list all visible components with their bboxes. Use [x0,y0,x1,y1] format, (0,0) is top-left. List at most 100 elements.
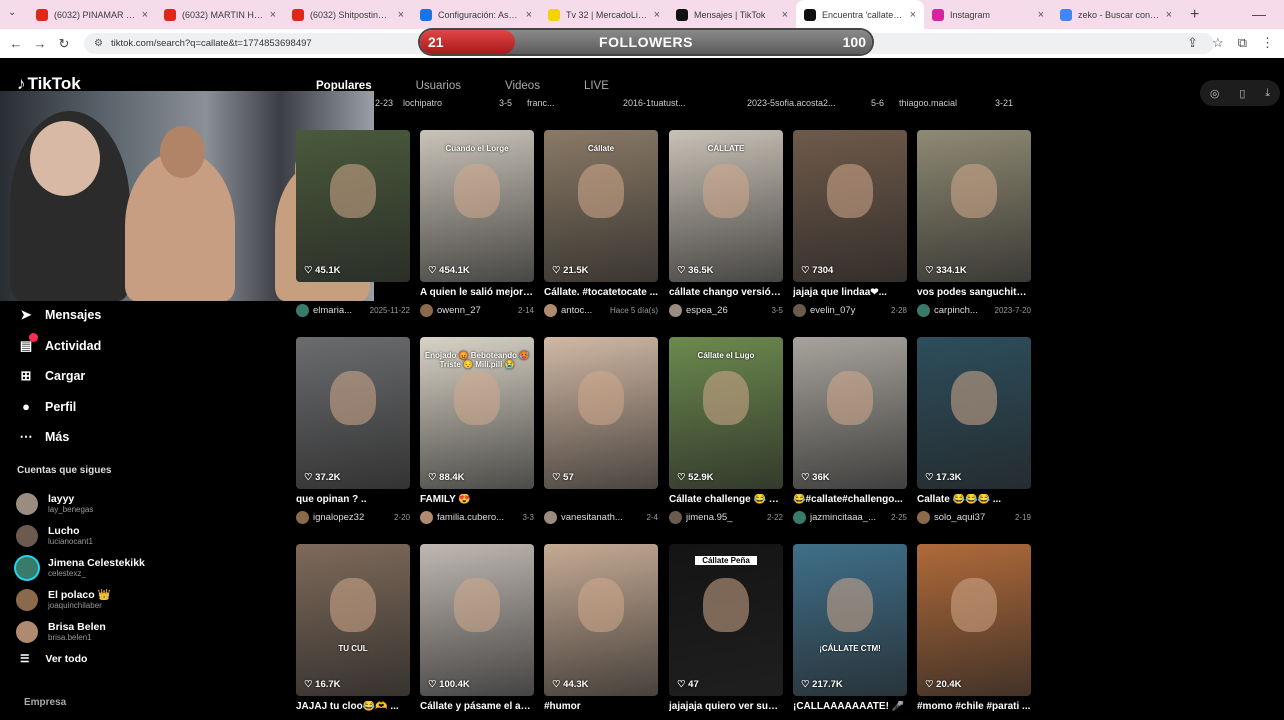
video-card[interactable]: ♡ 37.2K que opinan ? .. ignalopez32 2-20 [296,337,410,524]
video-card[interactable]: Cuando el Lorge ♡ 454.1K A quien le salió … [420,130,534,317]
browser-tab[interactable]: zeko - Buscar con Go... × [1052,0,1180,29]
video-card[interactable]: ♡ 7304 jajaja que lindaa❤... evelin_07y 2-2… [793,130,907,317]
video-description[interactable]: 😂#callate#challengo... [793,494,907,507]
video-card[interactable]: ♡ 100.4K Cállate y pásame el ag... [420,544,534,714]
video-thumbnail[interactable]: Cállate ♡ 21.5K [544,130,658,282]
author-name[interactable]: vanesitanath... [561,512,642,523]
author-avatar[interactable] [420,511,433,524]
browser-tab[interactable]: Tv 32 | MercadoLibre × [540,0,668,29]
video-description[interactable] [296,287,410,300]
browser-tab[interactable]: Mensajes | TikTok × [668,0,796,29]
tab-videos[interactable]: Videos [505,80,540,92]
author-avatar[interactable] [793,304,806,317]
video-thumbnail[interactable]: Enojado 😡 Beboteando 🥵 Triste 😔 Mili.pil… [420,337,534,489]
video-description[interactable]: Cállate. #tocatetocate ... [544,287,658,300]
video-description[interactable]: jajajaja quiero ver sus ... [669,701,783,714]
video-card[interactable]: ♡ 17.3K Callate 😂😂😂 ... solo_aqui37 2-19 [917,337,1031,524]
video-card[interactable]: Cállate Peña ♡ 47 jajajaja quiero ver sus … [669,544,783,714]
video-thumbnail[interactable]: TU CUL ♡ 16.7K [296,544,410,696]
video-thumbnail[interactable]: ♡ 334.1K [917,130,1031,282]
reload-icon[interactable]: ↻ [52,36,76,52]
video-description[interactable]: que opinan ? .. [296,494,410,507]
author-avatar[interactable] [917,304,930,317]
video-card[interactable]: ♡ 20.4K #momo #chile #parati ... [917,544,1031,714]
tab-close-icon[interactable]: × [1038,9,1044,21]
author-name[interactable]: familia.cubero... [437,512,518,523]
forward-icon[interactable]: → [28,36,52,51]
browser-tab[interactable]: (6032) MARTIN HAB... × [156,0,284,29]
sidebar-item-cargar[interactable]: ⊞ Cargar [17,361,101,392]
following-item[interactable]: Brisa Belen brisa.belen1 [16,616,145,648]
video-thumbnail[interactable]: CÁLLATE ♡ 36.5K [669,130,783,282]
following-item[interactable]: Jimena Celestekikk celestexz_ [16,552,145,584]
video-thumbnail[interactable]: ♡ 44.3K [544,544,658,696]
author-name[interactable]: carpinch... [934,305,991,316]
video-thumbnail[interactable]: ♡ 57 [544,337,658,489]
install-icon[interactable]: ⇪ [1187,35,1198,51]
video-thumbnail[interactable]: Cuando el Lorge ♡ 454.1K [420,130,534,282]
video-card[interactable]: ♡ 334.1K vos podes sanguchito ... carpinch… [917,130,1031,317]
tab-users[interactable]: Usuarios [416,80,461,92]
tab-live[interactable]: LIVE [584,80,609,92]
video-description[interactable]: #momo #chile #parati ... [917,701,1031,714]
author-name[interactable]: jazmincitaaa_... [810,512,887,523]
tab-close-icon[interactable]: × [1166,9,1172,21]
author-avatar[interactable] [793,511,806,524]
video-description[interactable]: A quien le salió mejor?... [420,287,534,300]
minimize-icon[interactable]: — [1252,6,1266,22]
video-thumbnail[interactable]: ♡ 7304 [793,130,907,282]
browser-tab[interactable]: Encuentra 'callate' en... × [796,0,924,29]
compass-icon[interactable]: ◎ [1210,87,1220,100]
bookmark-star-icon[interactable]: ☆ [1212,35,1224,51]
author-name[interactable]: solo_aqui37 [934,512,1011,523]
video-thumbnail[interactable]: Cállate el Lugo ♡ 52.9K [669,337,783,489]
browser-tab[interactable]: Configuración: Aspe... × [412,0,540,29]
video-description[interactable]: ¡CÁLLAAAAAAATE! 🎤 [793,701,907,714]
tab-close-icon[interactable]: × [526,9,532,21]
video-thumbnail[interactable]: ¡CÁLLATE CTM! ♡ 217.7K [793,544,907,696]
video-thumbnail[interactable]: ♡ 100.4K [420,544,534,696]
video-card[interactable]: Enojado 😡 Beboteando 🥵 Triste 😔 Mili.pil… [420,337,534,524]
tab-close-icon[interactable]: × [398,9,404,21]
browser-tab[interactable]: (6032) PINAMAR #2 ... × [28,0,156,29]
tab-search-icon[interactable]: ⌄ [8,7,16,18]
sidebar-item-mensajes[interactable]: ➤ Mensajes [17,300,102,331]
author-name[interactable]: evelin_07y [810,305,887,316]
author-name[interactable]: espea_26 [686,305,767,316]
tab-close-icon[interactable]: × [910,9,916,21]
sidebar-item-perfil[interactable]: ● Perfil [17,392,101,423]
browser-tab[interactable]: (6032) Shitposting C... × [284,0,412,29]
video-card[interactable]: ♡ 57 vanesitanath... 2-4 [544,337,658,524]
back-icon[interactable]: ← [4,36,28,51]
tab-close-icon[interactable]: × [142,9,148,21]
video-description[interactable]: cállate chango versión ... [669,287,783,300]
video-description[interactable]: Callate 😂😂😂 ... [917,494,1031,507]
video-description[interactable]: vos podes sanguchito ... [917,287,1031,300]
video-card[interactable]: CÁLLATE ♡ 36.5K cállate chango versión ...… [669,130,783,317]
phone-icon[interactable]: ▯ [1239,87,1245,100]
video-description[interactable]: JAJAJ tu cloo😂🫶 ... [296,701,410,714]
author-name[interactable]: antoc... [561,305,606,316]
author-avatar[interactable] [544,304,557,317]
author-name[interactable]: jimena.95_ [686,512,763,523]
video-thumbnail[interactable]: ♡ 17.3K [917,337,1031,489]
browser-tab[interactable]: Instagram × [924,0,1052,29]
author-name[interactable]: elmaria... [313,305,366,316]
video-description[interactable]: FAMILY 😍 [420,494,534,507]
video-thumbnail[interactable]: ♡ 45.1K [296,130,410,282]
new-tab-icon[interactable]: + [1190,6,1199,24]
following-item[interactable]: El polaco 👑 joaquinchilaber [16,584,145,616]
author-name[interactable]: owenn_27 [437,305,514,316]
author-avatar[interactable] [296,304,309,317]
author-avatar[interactable] [669,511,682,524]
video-description[interactable]: Cállate y pásame el ag... [420,701,534,714]
site-info-icon[interactable]: ⚙ [94,38,103,49]
sidebar-item-ms[interactable]: ⋯ Más [17,422,101,453]
video-description[interactable]: jajaja que lindaa❤... [793,287,907,300]
video-thumbnail[interactable]: ♡ 36K [793,337,907,489]
video-description[interactable]: #humor [544,701,658,714]
video-description[interactable]: Cállate challenge 😂 a ... [669,494,783,507]
tab-close-icon[interactable]: × [782,9,788,21]
menu-icon[interactable]: ⋮ [1261,35,1274,51]
video-description[interactable] [544,494,658,507]
